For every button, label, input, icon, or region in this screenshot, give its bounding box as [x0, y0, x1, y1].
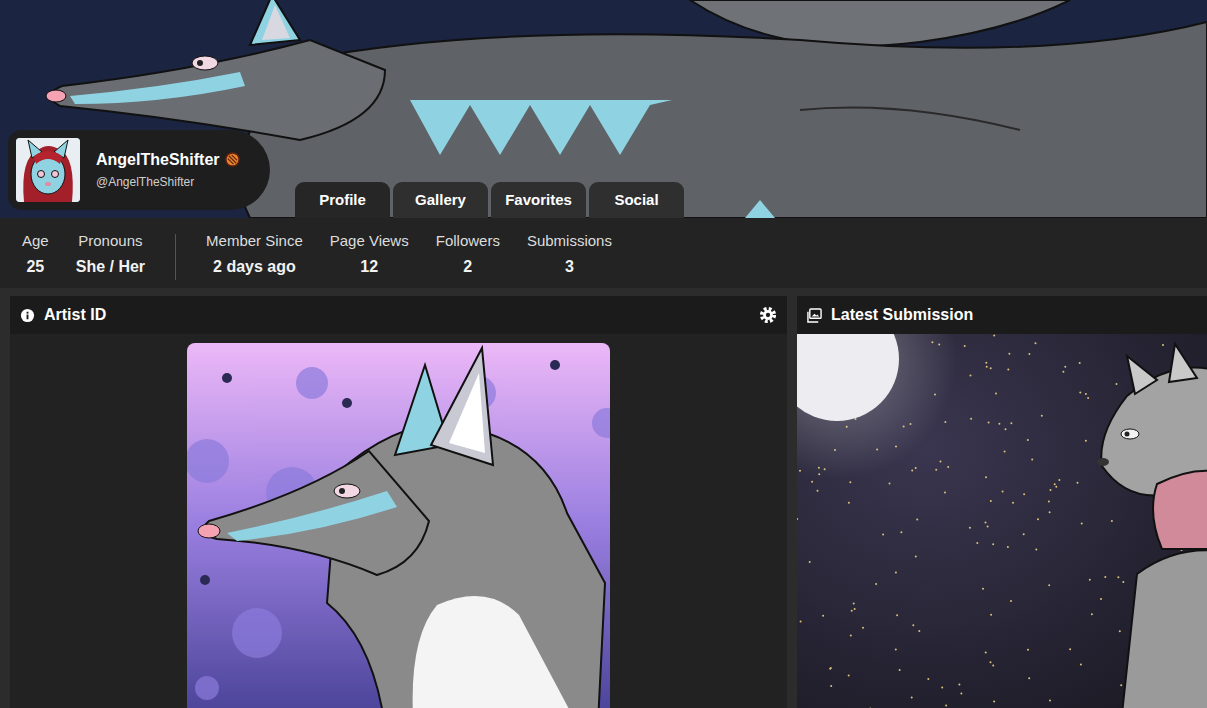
profile-tab[interactable]: Profile — [295, 182, 390, 218]
stat: Member Since2 days ago — [206, 228, 303, 280]
stats-bar: Age25 PronounsShe / Her Member Since2 days… — [0, 218, 1207, 288]
panel-header: Artist ID — [10, 296, 787, 334]
stat-value: She / Her — [76, 254, 145, 280]
stat: Followers2 — [436, 228, 500, 280]
profile-banner: AngelTheShifter @AngelTheShifter ProfileGa… — [0, 0, 1207, 218]
info-icon — [20, 308, 35, 323]
stats-divider — [175, 234, 176, 280]
stats-group: Member Since2 days ago Page Views12 Follow… — [206, 228, 612, 280]
profile-content: Artist ID Latest Submission — [0, 288, 1207, 708]
gear-icon[interactable] — [759, 306, 777, 324]
stats-group: Age25 PronounsShe / Her — [22, 228, 145, 280]
panel-title: Latest Submission — [831, 303, 1207, 327]
stat-value: 25 — [22, 254, 49, 280]
badge-icon — [225, 152, 240, 167]
stat-label: Pronouns — [76, 228, 145, 254]
profile-tabs: ProfileGalleryFavoritesSocial — [295, 182, 684, 218]
panel-body — [10, 334, 787, 708]
profile-tab[interactable]: Social — [589, 182, 684, 218]
stat: Page Views12 — [330, 228, 409, 280]
latest-submission-panel: Latest Submission — [797, 296, 1207, 708]
panel-title: Artist ID — [44, 303, 750, 327]
stat-label: Page Views — [330, 228, 409, 254]
profile-tab[interactable]: Gallery — [393, 182, 488, 218]
stat-value: 12 — [330, 254, 409, 280]
username-row: AngelTheShifter — [96, 150, 240, 171]
image-icon — [807, 308, 822, 323]
panel-body — [797, 334, 1207, 708]
stat-label: Submissions — [527, 228, 612, 254]
profile-header: AngelTheShifter @AngelTheShifter ProfileGa… — [8, 130, 684, 218]
user-handle: @AngelTheShifter — [96, 175, 240, 191]
stat-label: Member Since — [206, 228, 303, 254]
artist-id-image[interactable] — [187, 343, 610, 708]
stat-label: Age — [22, 228, 49, 254]
profile-card: AngelTheShifter @AngelTheShifter — [8, 130, 270, 210]
stat-value: 2 days ago — [206, 254, 303, 280]
panel-header: Latest Submission — [797, 296, 1207, 334]
latest-submission-image[interactable] — [797, 334, 1207, 708]
username: AngelTheShifter — [96, 151, 220, 168]
stat: PronounsShe / Her — [76, 228, 145, 280]
avatar[interactable] — [16, 138, 80, 202]
stat-value: 3 — [527, 254, 612, 280]
profile-tab[interactable]: Favorites — [491, 182, 586, 218]
user-info: AngelTheShifter @AngelTheShifter — [96, 150, 240, 190]
artist-id-panel: Artist ID — [10, 296, 787, 708]
stat-label: Followers — [436, 228, 500, 254]
stat-value: 2 — [436, 254, 500, 280]
stat: Age25 — [22, 228, 49, 280]
stat: Submissions3 — [527, 228, 612, 280]
avatar-image — [16, 138, 80, 202]
